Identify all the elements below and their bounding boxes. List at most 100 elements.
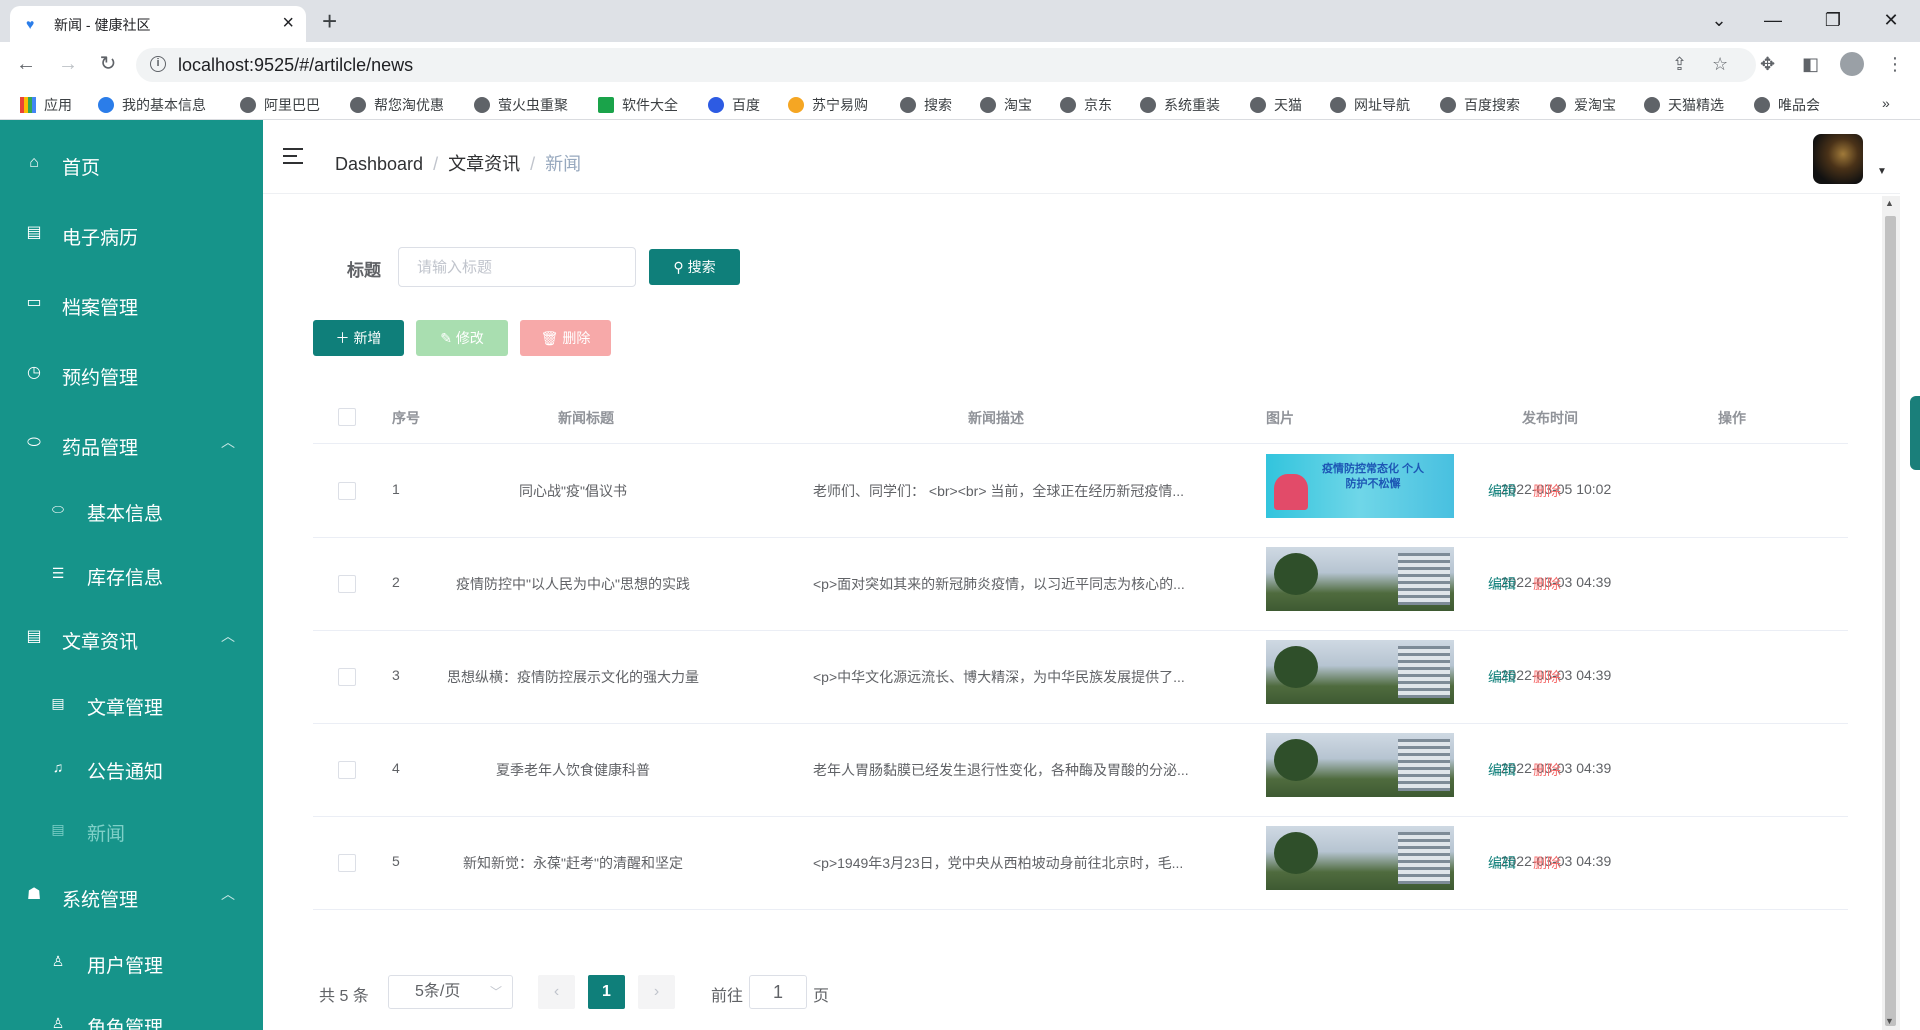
bookmark-item[interactable]: 阿里巴巴 [240,95,320,115]
table-row[interactable]: 4 夏季老年人饮食健康科普 老年人胃肠黏膜已经发生退行性变化，各种酶及胃酸的分泌… [313,724,1848,817]
delete-button[interactable]: 🗑 删除 [520,320,611,356]
delete-link[interactable]: 删除 [1533,667,1561,687]
close-tab-icon[interactable]: × [282,12,294,34]
restore-icon[interactable]: ❐ [1804,4,1862,36]
bookmark-item[interactable]: 萤火虫重聚 [474,95,568,115]
row-checkbox[interactable] [338,854,356,872]
goto-page-input[interactable] [749,975,807,1009]
sidebar-item-home[interactable]: ⌂ 首页 [0,136,263,192]
news-image[interactable] [1266,826,1454,890]
breadcrumb-item[interactable]: Dashboard [335,154,423,174]
forward-icon[interactable]: → [54,50,82,78]
sidebar-item-medical-record[interactable]: ▤ 电子病历 [0,206,263,262]
sidebar-item-users[interactable]: ♙ 用户管理 [0,934,263,990]
sidebar-item-notices[interactable]: ♫ 公告通知 [0,740,263,796]
bookmark-item[interactable]: 应用 [20,95,72,115]
floating-side-tab[interactable] [1910,396,1920,470]
bookmark-item[interactable]: 百度 [708,95,760,115]
reload-icon[interactable]: ↻ [94,50,122,78]
bookmarks-overflow-icon[interactable]: » [1882,95,1890,111]
delete-button-label: 删除 [562,330,591,346]
delete-link[interactable]: 删除 [1533,481,1561,501]
select-all-checkbox[interactable] [338,408,356,426]
site-info-icon[interactable]: i [150,56,166,72]
news-image[interactable]: 疫情防控常态化 个人防护不松懈 [1266,454,1454,518]
table-row[interactable]: 1 同心战"疫"倡议书 老师们、同学们： <br><br> 当前，全球正在经历新… [313,445,1848,538]
bookmark-item[interactable]: 百度搜索 [1440,95,1520,115]
extensions-icon[interactable]: ✥ [1760,54,1775,75]
bookmark-item[interactable]: 软件大全 [598,95,678,115]
sidebar-item-appointment[interactable]: ◷ 预约管理 [0,346,263,402]
bookmark-label: 帮您淘优惠 [374,97,444,113]
bookmark-item[interactable]: 帮您淘优惠 [350,95,444,115]
sidebar-item-news[interactable]: ▤ 新闻 [0,802,263,858]
edit-link[interactable]: 编辑 [1488,853,1516,873]
scrollbar-thumb[interactable] [1885,216,1896,1026]
sidebar-item-inventory[interactable]: ☰ 库存信息 [0,546,263,602]
breadcrumb-item[interactable]: 文章资讯 [448,154,520,174]
bookmark-item[interactable]: 爱淘宝 [1550,95,1616,115]
url-field[interactable]: i localhost:9525/#/artilcle/news ⇪ ☆ [136,48,1756,82]
page-number-current[interactable]: 1 [588,975,625,1009]
add-button[interactable]: ＋ 新增 [313,320,404,356]
edit-link[interactable]: 编辑 [1488,574,1516,594]
share-icon[interactable]: ⇪ [1672,54,1687,75]
new-tab-icon[interactable]: + [322,6,337,36]
bookmark-item[interactable]: 淘宝 [980,95,1032,115]
bookmark-label: 我的基本信息 [122,97,206,113]
sidebar-item-roles[interactable]: ♙ 角色管理 [0,996,263,1030]
edit-link[interactable]: 编辑 [1488,760,1516,780]
back-icon[interactable]: ← [12,50,40,78]
sidebar-item-article-management[interactable]: ▤ 文章管理 [0,676,263,732]
delete-link[interactable]: 删除 [1533,574,1561,594]
bookmark-item[interactable]: 京东 [1060,95,1112,115]
collapse-menu-icon[interactable] [283,148,303,164]
tab-search-chevron-icon[interactable]: ⌄ [1690,4,1748,36]
scroll-up-icon[interactable]: ▲ [1885,198,1894,208]
delete-link[interactable]: 删除 [1533,853,1561,873]
row-checkbox[interactable] [338,668,356,686]
title-search-input[interactable] [398,247,636,287]
window-close-icon[interactable]: ✕ [1862,4,1920,36]
minimize-icon[interactable]: — [1744,4,1802,36]
sidebar-item-drug-basic-info[interactable]: ⬭ 基本信息 [0,482,263,538]
sidebar-item-system[interactable]: ☗ 系统管理 ︿ [0,868,263,924]
row-checkbox[interactable] [338,575,356,593]
more-menu-icon[interactable]: ⋮ [1886,54,1904,75]
bookmark-item[interactable]: 唯品会 [1754,95,1820,115]
sidebar-item-articles[interactable]: ▤ 文章资讯 ︿ [0,610,263,666]
news-image[interactable] [1266,547,1454,611]
bookmark-item[interactable]: 天猫精选 [1644,95,1724,115]
bookmark-star-icon[interactable]: ☆ [1712,54,1728,75]
next-page-button[interactable]: › [638,975,675,1009]
page-size-select[interactable]: 5条/页 ﹀ [388,975,513,1009]
bookmark-item[interactable]: 系统重装 [1140,95,1220,115]
caret-down-icon[interactable]: ▼ [1877,166,1887,177]
table-row[interactable]: 3 思想纵横：疫情防控展示文化的强大力量 <p>中华文化源远流长、博大精深，为中… [313,631,1848,724]
sidebar-item-archives[interactable]: ▭ 档案管理 [0,276,263,332]
bookmark-item[interactable]: 我的基本信息 [98,95,206,115]
delete-link[interactable]: 删除 [1533,760,1561,780]
news-image[interactable] [1266,640,1454,704]
browser-tab[interactable]: ♥ 新闻 - 健康社区 × [10,6,306,42]
edit-button[interactable]: ✎ 修改 [416,320,508,356]
news-image[interactable] [1266,733,1454,797]
edit-link[interactable]: 编辑 [1488,481,1516,501]
side-panel-icon[interactable]: ◧ [1802,54,1819,75]
bookmark-item[interactable]: 苏宁易购 [788,95,868,115]
row-checkbox[interactable] [338,482,356,500]
edit-link[interactable]: 编辑 [1488,667,1516,687]
avatar[interactable] [1813,134,1863,184]
scroll-down-icon[interactable]: ▼ [1885,1016,1894,1026]
bookmark-item[interactable]: 网址导航 [1330,95,1410,115]
bookmark-item[interactable]: 天猫 [1250,95,1302,115]
row-checkbox[interactable] [338,761,356,779]
bookmark-item[interactable]: 搜索 [900,95,952,115]
table-row[interactable]: 5 新知新觉：永葆"赶考"的清醒和坚定 <p>1949年3月23日，党中央从西柏… [313,817,1848,910]
profile-avatar-icon[interactable] [1840,52,1864,76]
search-button[interactable]: ⚲ 搜索 [649,249,740,285]
table-row[interactable]: 2 疫情防控中"以人民为中心"思想的实践 <p>面对突如其来的新冠肺炎疫情，以习… [313,538,1848,631]
globe-icon [1550,97,1566,113]
prev-page-button[interactable]: ‹ [538,975,575,1009]
sidebar-item-drugs[interactable]: ⬭ 药品管理 ︿ [0,416,263,472]
